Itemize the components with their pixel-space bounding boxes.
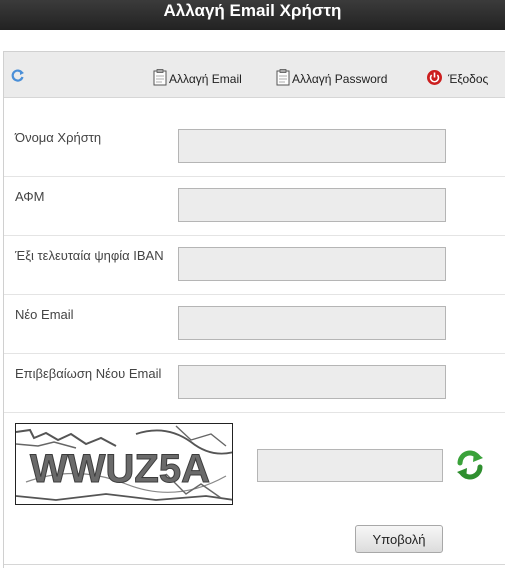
- form-panel: Αλλαγή Email Αλλαγή Password Έξοδος Όνομ…: [3, 51, 505, 568]
- page-header: Αλλαγή Email Χρήστη: [0, 0, 505, 30]
- username-row: Όνομα Χρήστη: [4, 118, 505, 177]
- captcha-graphic: WWUZ5A: [16, 425, 232, 501]
- captcha-input[interactable]: [257, 449, 443, 482]
- username-label: Όνομα Χρήστη: [15, 130, 102, 145]
- new-email-input[interactable]: [178, 306, 446, 340]
- refresh-icon[interactable]: [11, 68, 25, 82]
- tax-id-input[interactable]: [178, 188, 446, 222]
- captcha-refresh-icon[interactable]: [453, 448, 487, 482]
- submit-button[interactable]: Υποβολή: [355, 525, 443, 553]
- change-email-link[interactable]: Αλλαγή Email: [153, 66, 242, 86]
- logout-label: Έξοδος: [448, 72, 489, 86]
- change-password-link[interactable]: Αλλαγή Password: [276, 66, 387, 86]
- divider: [4, 564, 505, 565]
- username-input[interactable]: [178, 129, 446, 163]
- iban-label: Έξι τελευταία ψηφία IBAN: [15, 248, 164, 263]
- iban-row: Έξι τελευταία ψηφία IBAN: [4, 236, 505, 295]
- captcha-text: WWUZ5A: [30, 447, 210, 491]
- page-title: Αλλαγή Email Χρήστη: [163, 1, 342, 20]
- captcha-image: WWUZ5A: [15, 423, 233, 505]
- clipboard-icon: [276, 69, 290, 86]
- iban-input[interactable]: [178, 247, 446, 281]
- confirm-email-row: Επιβεβαίωση Νέου Email: [4, 354, 505, 413]
- new-email-row: Νέο Email: [4, 295, 505, 354]
- logout-link[interactable]: Έξοδος: [426, 66, 488, 86]
- confirm-email-input[interactable]: [178, 365, 446, 399]
- tax-id-row: ΑΦΜ: [4, 177, 505, 236]
- power-icon: [427, 70, 442, 85]
- toolbar: Αλλαγή Email Αλλαγή Password Έξοδος: [4, 52, 505, 98]
- confirm-email-label: Επιβεβαίωση Νέου Email: [15, 366, 162, 381]
- tax-id-label: ΑΦΜ: [15, 189, 45, 204]
- change-password-label: Αλλαγή Password: [292, 72, 388, 86]
- clipboard-icon: [153, 69, 167, 86]
- change-email-label: Αλλαγή Email: [169, 72, 242, 86]
- new-email-label: Νέο Email: [15, 307, 74, 322]
